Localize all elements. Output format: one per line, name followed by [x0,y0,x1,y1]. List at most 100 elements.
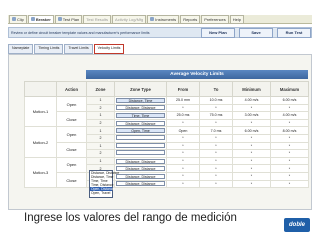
from-input[interactable]: * [166,164,200,173]
to-input[interactable]: * [199,141,233,151]
minimum-input[interactable]: * [232,179,271,189]
zone-type-dropdown-list[interactable]: Distance, Distance Distance, Time Time, Ti… [89,170,119,198]
header-zone-type: Zone Type [114,81,167,97]
zone-type-cell[interactable]: Distance, Distance [114,171,167,181]
tab-timing-limits[interactable]: Timing Limits [34,44,64,54]
minimum-input[interactable]: 4.00 m/s [232,96,271,105]
from-input[interactable]: * [166,179,200,189]
to-input[interactable]: * [199,156,233,166]
maximum-input[interactable]: * [270,156,309,166]
from-input[interactable]: * [166,156,200,166]
zone-type-cell[interactable]: Distance, Time [114,96,167,105]
menu-instruments[interactable]: Instruments [147,14,180,24]
dropdown-option[interactable]: Open, Travel [90,191,112,195]
action-label: Close [56,111,87,128]
minimum-input[interactable]: 3.00 m/s [232,111,271,120]
minimum-input[interactable]: * [232,149,271,158]
zone-type-cell[interactable]: Distance, Distance [114,156,167,166]
zone-cell: 1 [86,126,115,135]
velocity-limits-table: Action Zone Zone Type From To Minimum Ma… [24,81,309,189]
tab-velocity-limits[interactable]: Velocity Limits [93,44,125,54]
minimum-input[interactable]: * [232,141,271,151]
minimum-input[interactable]: * [232,133,271,143]
zone-type-cell[interactable]: Open, Time [114,126,167,135]
zone-type-select[interactable]: Time, Time [116,112,165,118]
zone-type-select[interactable]: Distance, Distance [116,158,165,164]
minimum-input[interactable]: * [232,118,271,128]
menu-test-plan[interactable]: Test Plan [54,14,83,24]
new-plan-button[interactable]: New Plan [201,27,235,38]
minimum-input[interactable]: * [232,156,271,166]
tab-travel-limits[interactable]: Travel Limits [64,44,93,54]
maximum-input[interactable]: 6.00 m/s [270,96,309,105]
zone-cell: 2 [86,133,115,143]
table-row: Close1Distance, Distance**** [25,171,309,189]
menu-activity-log[interactable]: Activity Log/Mfg [112,14,147,24]
zone-type-select[interactable]: Distance, Distance [116,166,165,172]
to-input[interactable]: * [199,179,233,189]
zone-type-select[interactable]: Distance, Distance [116,120,165,126]
breaker-icon [30,17,35,21]
maximum-input[interactable]: 8.00 m/s [270,126,309,135]
from-input[interactable]: 25.0 mm [166,96,200,105]
zone-type-select[interactable]: Distance, Distance [116,181,165,187]
from-input[interactable]: * [166,118,200,128]
zone-type-cell[interactable] [114,149,167,158]
save-button[interactable]: Save [239,27,273,38]
from-input[interactable]: * [166,103,200,113]
zone-type-cell[interactable]: Distance, Distance [114,164,167,173]
info-bar: Review or define circuit breaker templat… [8,27,312,38]
maximum-input[interactable]: * [270,171,309,181]
zone-type-cell[interactable]: Time, Time [114,111,167,120]
to-input[interactable]: * [199,118,233,128]
minimum-input[interactable]: 6.00 m/s [232,126,271,135]
header-maximum: Maximum [270,81,309,97]
maximum-input[interactable]: * [270,103,309,113]
zone-type-select[interactable] [116,135,165,141]
from-input[interactable]: * [166,133,200,143]
from-input[interactable]: * [166,141,200,151]
to-input[interactable]: * [199,133,233,143]
menu-breaker[interactable]: Breaker [27,14,54,24]
from-input[interactable]: Open [166,126,200,135]
maximum-input[interactable]: * [270,164,309,173]
maximum-input[interactable]: * [270,133,309,143]
zone-type-cell[interactable]: Distance, Distance [114,103,167,113]
menu-clip[interactable]: Clip [9,14,27,24]
to-input[interactable]: * [199,171,233,181]
from-input[interactable]: * [166,171,200,181]
zone-type-select[interactable]: Open, Time [116,128,165,134]
menu-help[interactable]: Help [229,14,245,24]
zone-type-cell[interactable]: Distance, Distance [114,179,167,189]
menu-reports[interactable]: Reports [180,14,201,24]
to-input[interactable]: 10.0 ms [199,96,233,105]
run-test-button[interactable]: Run Test [277,27,311,38]
tab-nameplate[interactable]: Nameplate [8,44,34,54]
maximum-input[interactable]: * [270,141,309,151]
to-input[interactable]: * [199,164,233,173]
zone-type-select[interactable] [116,143,165,148]
maximum-input[interactable]: * [270,179,309,189]
zone-type-cell[interactable] [114,141,167,151]
zone-type-select[interactable]: Distance, Time [116,97,165,103]
to-input[interactable]: * [199,149,233,158]
minimum-input[interactable]: * [232,103,271,113]
maximum-input[interactable]: * [270,118,309,128]
minimum-input[interactable]: * [232,171,271,181]
zone-type-cell[interactable]: Distance, Distance [114,118,167,128]
maximum-input[interactable]: * [270,149,309,158]
maximum-input[interactable]: 4.00 m/s [270,111,309,120]
zone-type-select[interactable]: Distance, Distance [116,105,165,111]
doble-logo: doble [284,218,310,232]
from-input[interactable]: * [166,149,200,158]
to-input[interactable]: 75.0 ms [199,111,233,120]
to-input[interactable]: 7.0 ms [199,126,233,135]
menu-test-results[interactable]: Test Results [83,14,112,24]
zone-type-select[interactable]: Distance, Distance [116,173,165,179]
zone-type-cell[interactable] [114,133,167,143]
minimum-input[interactable]: * [232,164,271,173]
menu-preferences[interactable]: Preferences [201,14,229,24]
zone-type-select[interactable] [116,150,165,156]
from-input[interactable]: 25.0 ms [166,111,200,120]
to-input[interactable]: * [199,103,233,113]
